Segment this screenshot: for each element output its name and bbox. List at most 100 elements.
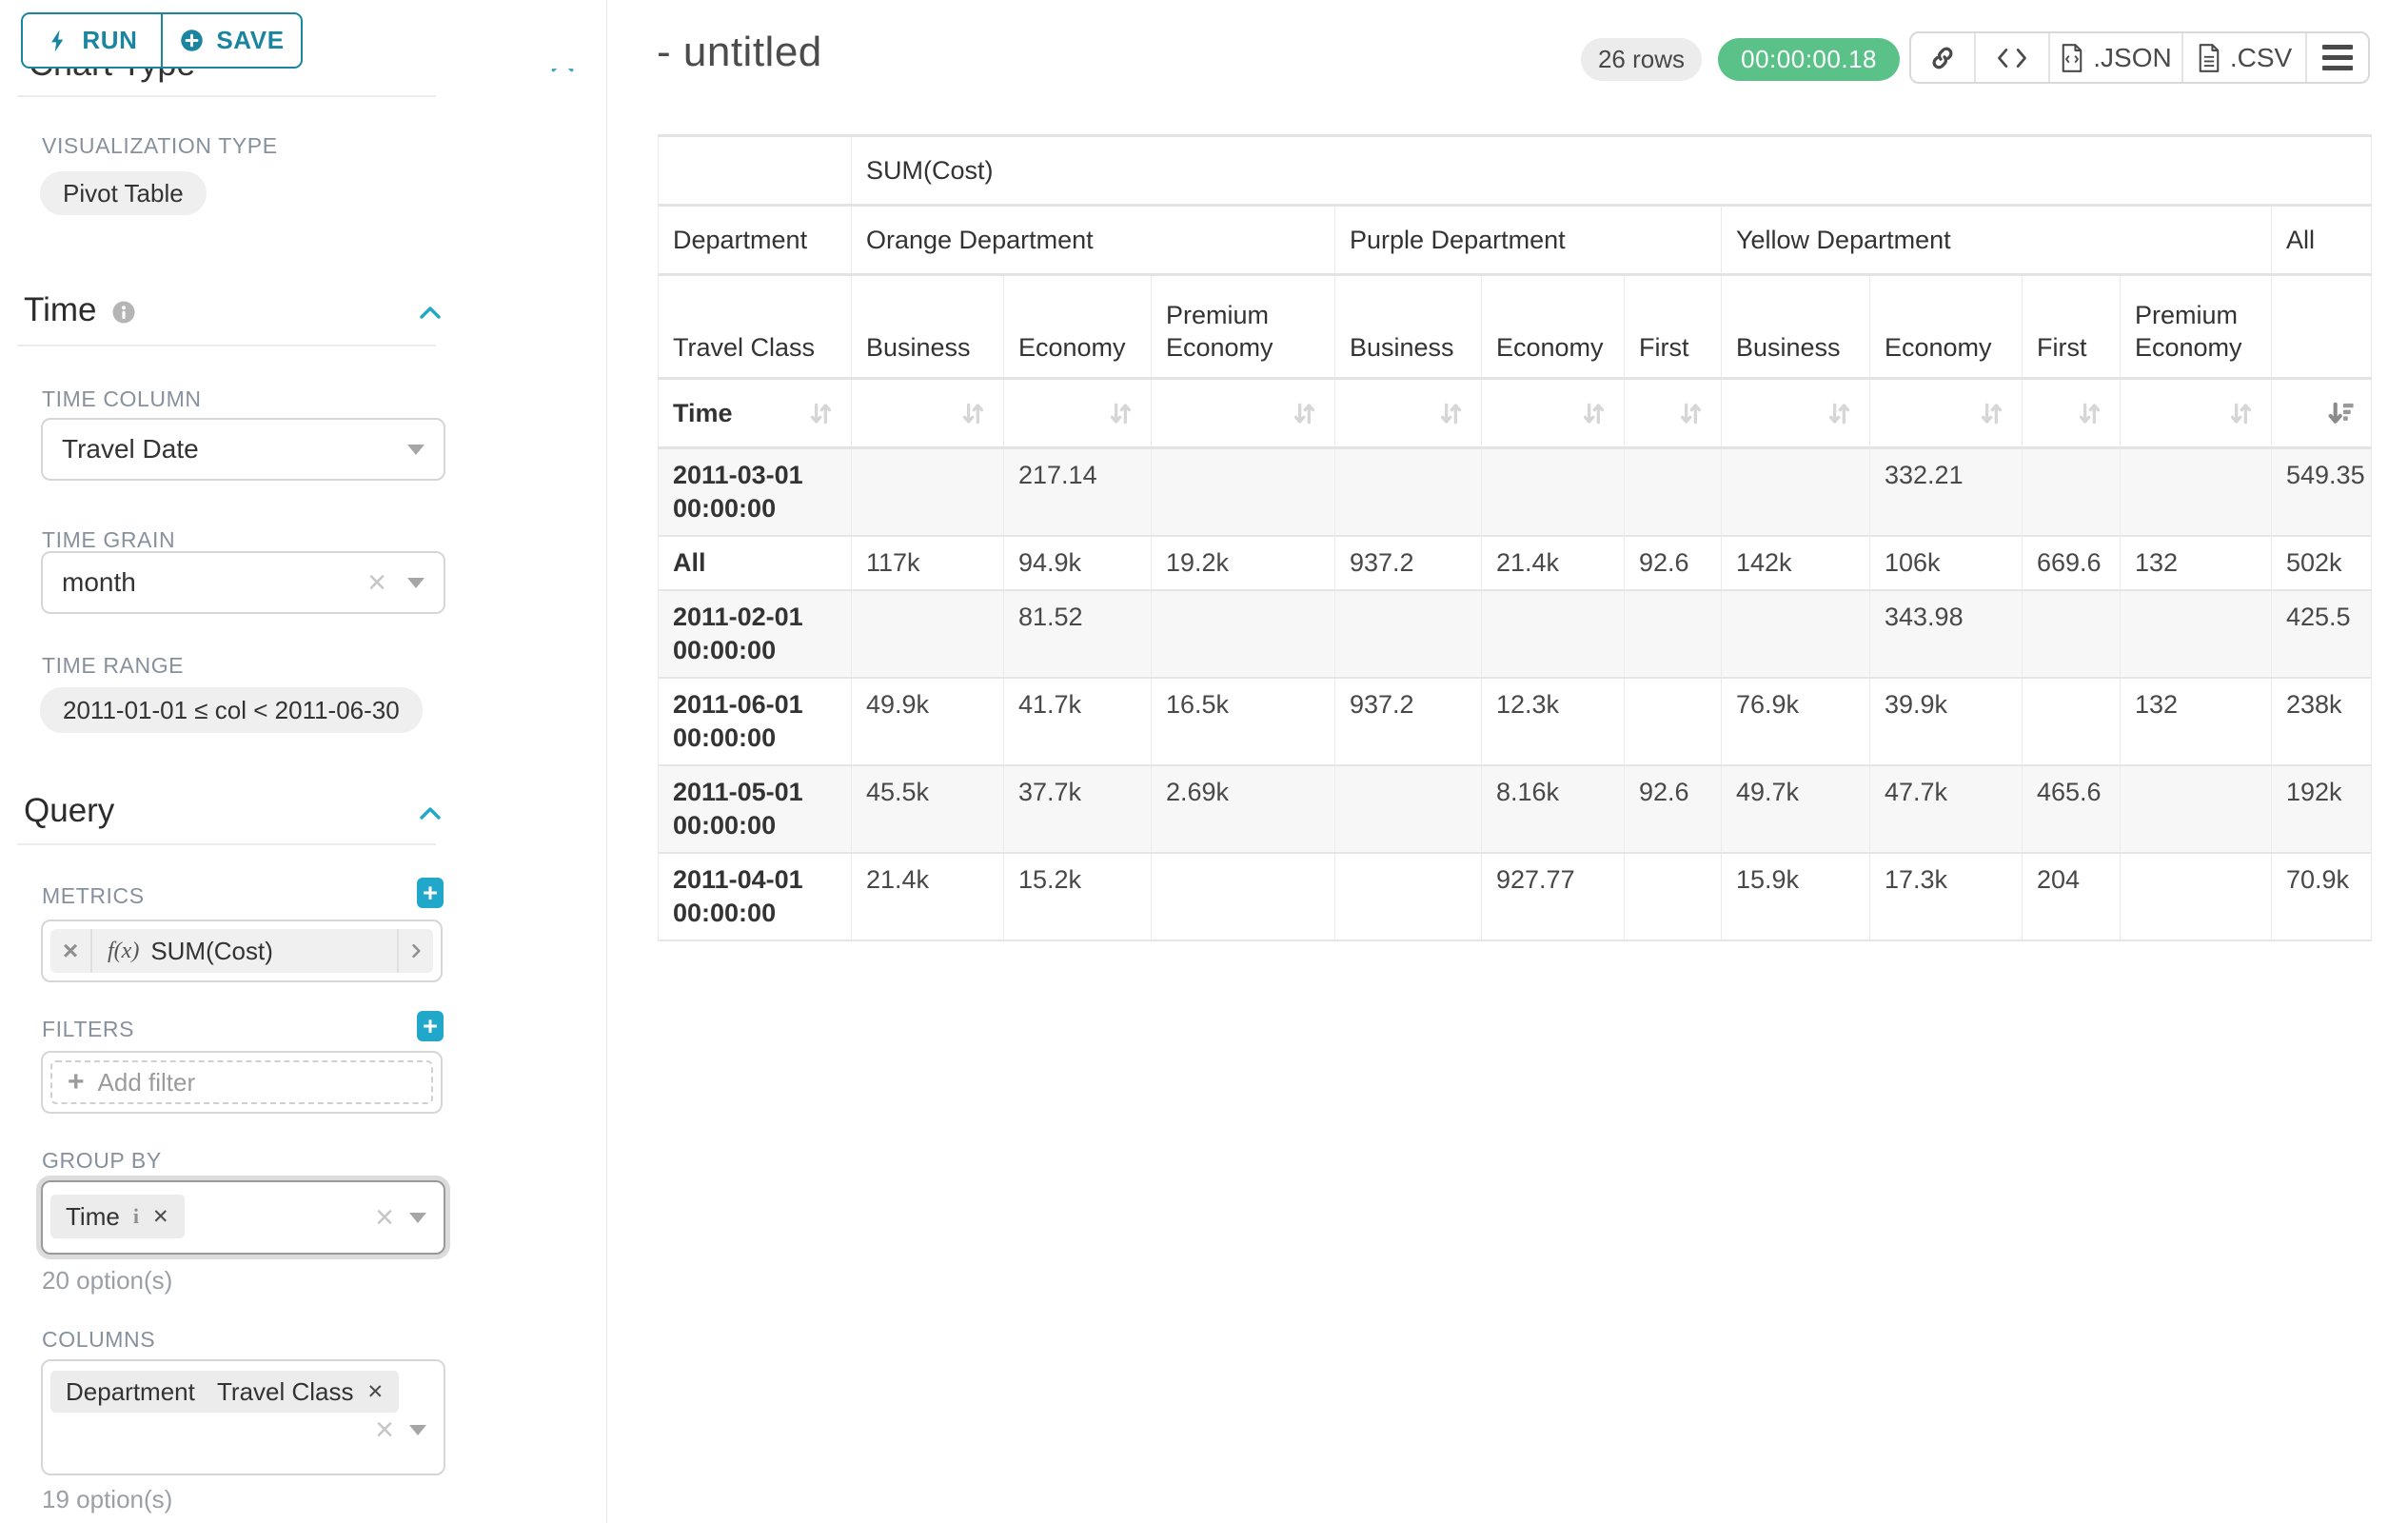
data-cell [2121,765,2272,853]
sorter-cell[interactable] [1004,379,1152,448]
sorter-cell[interactable] [852,379,1004,448]
group-by-select[interactable]: Time i ✕ × [41,1180,445,1255]
data-cell [2121,590,2272,678]
sorter-cell[interactable] [2023,379,2121,448]
table-row: 2011-05-01 00:00:0045.5k37.7k2.69k8.16k9… [659,765,2372,853]
visualization-type-chip[interactable]: Pivot Table [40,171,207,215]
run-button-label: RUN [82,26,137,55]
time-range-chip[interactable]: 2011-01-01 ≤ col < 2011-06-30 [40,687,423,733]
clear-icon[interactable]: × [375,1414,394,1446]
sort-icon[interactable] [1824,398,1855,429]
sort-icon[interactable] [1578,398,1609,429]
sorter-cell[interactable] [2272,379,2372,448]
time-grain-value: month [62,567,367,598]
data-cell: 106k [1870,536,2023,590]
data-cell: 549.35 [2272,448,2372,537]
sort-icon[interactable] [1435,398,1467,429]
sort-descending-icon[interactable] [2325,398,2357,429]
sorter-cell[interactable] [1335,379,1482,448]
sorter-cell[interactable] [2121,379,2272,448]
data-cell: 15.2k [1004,853,1152,940]
data-cell [2121,853,2272,940]
group-by-chip[interactable]: Time i ✕ [50,1195,185,1238]
sorter-cell[interactable] [1152,379,1335,448]
table-row: 2011-03-01 00:00:00217.14332.21549.35 [659,448,2372,537]
data-cell [852,448,1004,537]
add-filter-plus-button[interactable]: + [417,1011,444,1041]
csv-file-icon [2197,44,2221,72]
chevron-right-icon[interactable] [397,929,433,973]
sort-icon[interactable] [2074,398,2105,429]
row-label-cell: All [659,536,852,590]
view-query-button[interactable] [1976,33,2050,82]
sort-icon[interactable] [957,398,989,429]
menu-button[interactable] [2307,33,2368,82]
filters-label: FILTERS [42,1017,134,1042]
department-group-cell: Yellow Department [1722,206,2272,275]
add-metric-button[interactable]: + [417,878,444,908]
run-button[interactable]: RUN [23,14,161,67]
sort-icon[interactable] [1105,398,1136,429]
sorter-cell[interactable] [1722,379,1870,448]
sorter-cell[interactable] [1625,379,1722,448]
sort-icon[interactable] [1289,398,1320,429]
sorter-cell[interactable] [1482,379,1625,448]
sorter-cell[interactable] [1870,379,2023,448]
data-cell: 2.69k [1152,765,1335,853]
sort-icon[interactable] [2225,398,2257,429]
columns-select[interactable]: Department ✕ Travel Class ✕ × [41,1359,445,1475]
sort-icon[interactable] [1675,398,1707,429]
clear-icon[interactable]: × [375,1201,394,1234]
travel-class-header-cell [2272,275,2372,379]
data-cell: 669.6 [2023,536,2121,590]
remove-chip-icon[interactable]: ✕ [367,1380,385,1404]
chart-title[interactable]: - untitled [657,29,822,76]
data-cell: 21.4k [852,853,1004,940]
save-button[interactable]: SAVE [163,14,301,67]
copy-link-button[interactable] [1911,33,1976,82]
data-cell [1152,590,1335,678]
remove-chip-icon[interactable]: ✕ [152,1205,169,1229]
time-sorter-cell[interactable]: Time [659,379,852,448]
plus-icon: + [68,1068,85,1097]
time-grain-select[interactable]: month × [41,551,445,614]
data-cell: 92.6 [1625,765,1722,853]
row-label-cell: 2011-03-01 00:00:00 [659,448,852,537]
column-info-icon: i [133,1204,139,1229]
data-cell: 937.2 [1335,678,1482,765]
table-row: 2011-06-01 00:00:0049.9k41.7k16.5k937.21… [659,678,2372,765]
time-section-header[interactable]: Time [24,291,138,329]
row-count-badge: 26 rows [1581,38,1702,81]
data-cell: 19.2k [1152,536,1335,590]
data-cell [1335,853,1482,940]
data-cell [1152,853,1335,940]
sort-icon[interactable] [1976,398,2007,429]
travel-class-header-cell: Economy [1004,275,1152,379]
data-cell: 49.7k [1722,765,1870,853]
time-column-select[interactable]: Travel Date [41,418,445,481]
data-cell: 15.9k [1722,853,1870,940]
sort-icon[interactable] [805,398,837,429]
run-save-button-group: RUN SAVE [21,12,303,69]
columns-chip-label: Travel Class [217,1377,354,1407]
time-collapse-icon[interactable] [417,299,444,326]
department-axis-cell: Department [659,206,852,275]
data-cell: 192k [2272,765,2372,853]
query-collapse-icon[interactable] [417,800,444,826]
travel-class-header-cell: Business [1722,275,1870,379]
data-cell: 81.52 [1004,590,1152,678]
clear-icon[interactable]: × [367,566,386,599]
visualization-type-label: VISUALIZATION TYPE [42,133,278,159]
data-cell [1335,765,1482,853]
columns-chip[interactable]: Travel Class ✕ [202,1371,399,1413]
caret-down-icon [407,445,424,455]
metric-chip[interactable]: × f(x) SUM(Cost) [50,929,433,973]
query-section-header[interactable]: Query [24,792,114,830]
data-cell [1335,590,1482,678]
data-cell: 47.7k [1870,765,2023,853]
remove-metric-icon[interactable]: × [50,929,92,973]
data-cell: 425.5 [2272,590,2372,678]
export-json-button[interactable]: .JSON [2050,33,2183,82]
add-filter-button[interactable]: + Add filter [50,1060,433,1104]
export-csv-button[interactable]: .CSV [2183,33,2307,82]
